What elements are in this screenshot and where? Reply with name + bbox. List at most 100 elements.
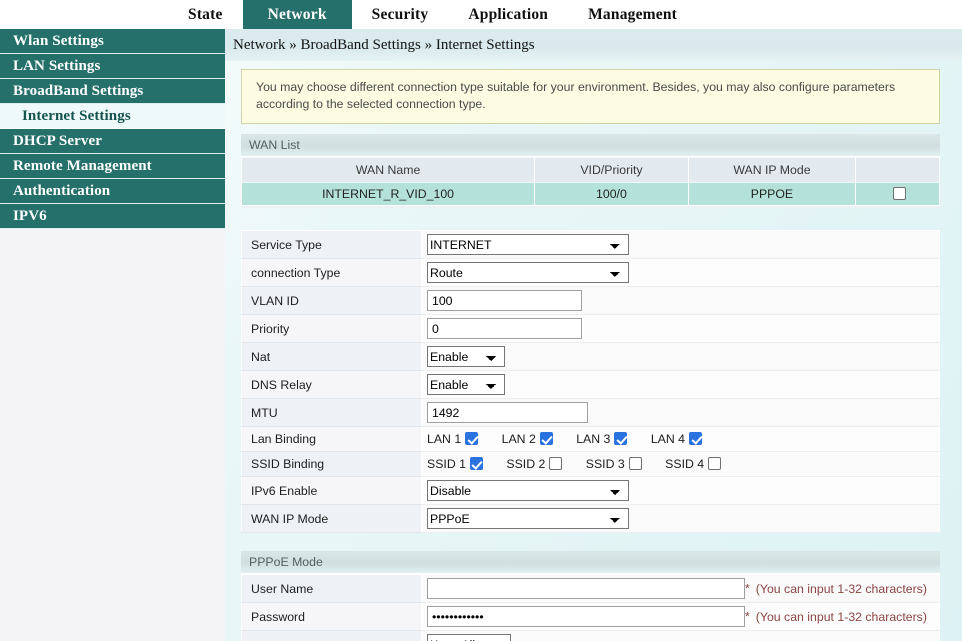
cell-wan-ip-mode: PPPOE: [687, 182, 857, 206]
connection-type-select[interactable]: Route: [427, 262, 629, 283]
field-user-name: * (You can input 1-32 characters): [421, 574, 940, 603]
content-inner: You may choose different connection type…: [225, 61, 962, 641]
ssid-3-checkbox[interactable]: [628, 457, 642, 470]
ssid-2-checkbox[interactable]: [549, 457, 563, 470]
breadcrumb: Network » BroadBand Settings » Internet …: [225, 29, 962, 61]
row-user-name: User Name * (You can input 1-32 character…: [241, 574, 940, 603]
field-wan-ip-mode: PPPoE: [421, 504, 940, 533]
sidebar-item-ipv6[interactable]: IPV6: [0, 204, 225, 229]
vlan-id-input[interactable]: [427, 290, 582, 311]
sidebar-item-dhcp-server[interactable]: DHCP Server: [0, 129, 225, 154]
tab-application[interactable]: Application: [448, 0, 568, 29]
cell-wan-name: INTERNET_R_VID_100: [240, 182, 536, 206]
sidebar-item-broadband-settings[interactable]: BroadBand Settings: [0, 79, 225, 104]
row-ssid-binding: SSID Binding SSID 1 SSID 2 SSID 3 SSID 4: [241, 451, 940, 477]
lan-binding-item-4: LAN 4: [650, 432, 703, 446]
label-password: Password: [241, 602, 422, 631]
label-lan-binding: Lan Binding: [241, 426, 422, 452]
field-service-type: INTERNET: [421, 230, 940, 259]
row-service-type: Service Type INTERNET: [241, 230, 940, 259]
content-area: Network » BroadBand Settings » Internet …: [225, 29, 962, 641]
label-vlan-id: VLAN ID: [241, 286, 422, 315]
row-wan-ip-mode: WAN IP Mode PPPoE: [241, 504, 940, 533]
lan-3-checkbox[interactable]: [614, 432, 628, 445]
label-connection-type: connection Type: [241, 258, 422, 287]
lan-1-checkbox[interactable]: [465, 432, 479, 445]
column-header-select: [855, 157, 940, 183]
cell-select: [855, 182, 940, 206]
label-dns-relay: DNS Relay: [241, 370, 422, 399]
tab-network[interactable]: Network: [242, 0, 352, 29]
column-header-vid-priority: VID/Priority: [534, 157, 689, 183]
ipv6-enable-select[interactable]: Disable: [427, 480, 629, 501]
lan-3-label: LAN 3: [576, 432, 611, 446]
row-operation-mode: Operation Mode Keep Alive Keep Alive Mod…: [241, 630, 940, 641]
label-priority: Priority: [241, 314, 422, 343]
nat-select[interactable]: Enable: [427, 346, 505, 367]
wan-list-table: WAN Name VID/Priority WAN IP Mode INTERN…: [240, 157, 940, 206]
pppoe-form: User Name * (You can input 1-32 character…: [241, 574, 940, 641]
field-priority: [421, 314, 940, 343]
ssid-1-label: SSID 1: [427, 457, 466, 471]
lan-binding-item-3: LAN 3: [576, 432, 628, 446]
table-row[interactable]: INTERNET_R_VID_100 100/0 PPPOE: [240, 182, 940, 206]
tab-management[interactable]: Management: [568, 0, 697, 29]
row-mtu: MTU: [241, 398, 940, 427]
wan-ip-mode-select[interactable]: PPPoE: [427, 508, 629, 529]
tab-security[interactable]: Security: [352, 0, 449, 29]
ssid-4-checkbox[interactable]: [708, 457, 722, 470]
password-input[interactable]: [427, 606, 745, 627]
label-ssid-binding: SSID Binding: [241, 451, 422, 477]
tab-state[interactable]: State: [168, 0, 243, 29]
lan-1-label: LAN 1: [427, 432, 462, 446]
sidebar-item-remote-management[interactable]: Remote Management: [0, 154, 225, 179]
info-notice: You may choose different connection type…: [241, 69, 940, 124]
lan-4-checkbox[interactable]: [689, 432, 703, 445]
field-vlan-id: [421, 286, 940, 315]
lan-binding-item-2: LAN 2: [502, 432, 553, 446]
mtu-input[interactable]: [427, 402, 588, 423]
field-ssid-binding: SSID 1 SSID 2 SSID 3 SSID 4: [421, 451, 940, 477]
label-user-name: User Name: [241, 574, 422, 603]
dns-relay-select[interactable]: Enable: [427, 374, 505, 395]
wan-list-title: WAN List: [241, 134, 940, 157]
wan-settings-form: Service Type INTERNET connection Type Ro…: [241, 230, 940, 533]
ssid-1-checkbox[interactable]: [469, 457, 483, 470]
operation-mode-select[interactable]: Keep Alive: [427, 634, 511, 641]
row-dns-relay: DNS Relay Enable: [241, 370, 940, 399]
top-tab-bar: State Network Security Application Manag…: [0, 0, 962, 29]
field-nat: Enable: [421, 342, 940, 371]
ssid-binding-item-4: SSID 4: [665, 457, 722, 471]
sidebar-item-internet-settings[interactable]: Internet Settings: [0, 104, 225, 129]
column-header-wan-name: WAN Name: [240, 157, 536, 183]
lan-4-label: LAN 4: [650, 432, 686, 446]
sidebar-item-authentication[interactable]: Authentication: [0, 179, 225, 204]
ssid-3-label: SSID 3: [585, 457, 625, 471]
row-connection-type: connection Type Route: [241, 258, 940, 287]
user-name-input[interactable]: [427, 578, 745, 599]
label-ipv6-enable: IPv6 Enable: [241, 476, 422, 505]
field-dns-relay: Enable: [421, 370, 940, 399]
label-operation-mode: Operation Mode: [241, 630, 422, 641]
label-nat: Nat: [241, 342, 422, 371]
sidebar-item-wlan-settings[interactable]: Wlan Settings: [0, 29, 225, 54]
lan-2-checkbox[interactable]: [539, 432, 553, 445]
column-header-wan-ip-mode: WAN IP Mode: [687, 157, 857, 183]
field-operation-mode: Keep Alive Keep Alive Mode: Retry Period…: [421, 630, 940, 641]
table-header-row: WAN Name VID/Priority WAN IP Mode: [240, 157, 940, 183]
ssid-binding-item-1: SSID 1: [427, 457, 483, 471]
row-lan-binding: Lan Binding LAN 1 LAN 2 LAN 3 LAN 4: [241, 426, 940, 452]
ssid-binding-item-2: SSID 2: [506, 457, 563, 471]
priority-input[interactable]: [427, 318, 582, 339]
service-type-select[interactable]: INTERNET: [427, 234, 629, 255]
field-mtu: [421, 398, 940, 427]
ssid-binding-item-3: SSID 3: [586, 457, 642, 471]
wan-row-select-checkbox[interactable]: [893, 187, 907, 200]
cell-vid-priority: 100/0: [534, 182, 689, 206]
field-lan-binding: LAN 1 LAN 2 LAN 3 LAN 4: [421, 426, 940, 452]
lan-2-label: LAN 2: [501, 432, 536, 446]
user-name-hint: (You can input 1-32 characters): [755, 581, 927, 596]
sidebar-item-lan-settings[interactable]: LAN Settings: [0, 54, 225, 79]
wan-list-panel: WAN List WAN Name VID/Priority WAN IP Mo…: [240, 134, 940, 208]
